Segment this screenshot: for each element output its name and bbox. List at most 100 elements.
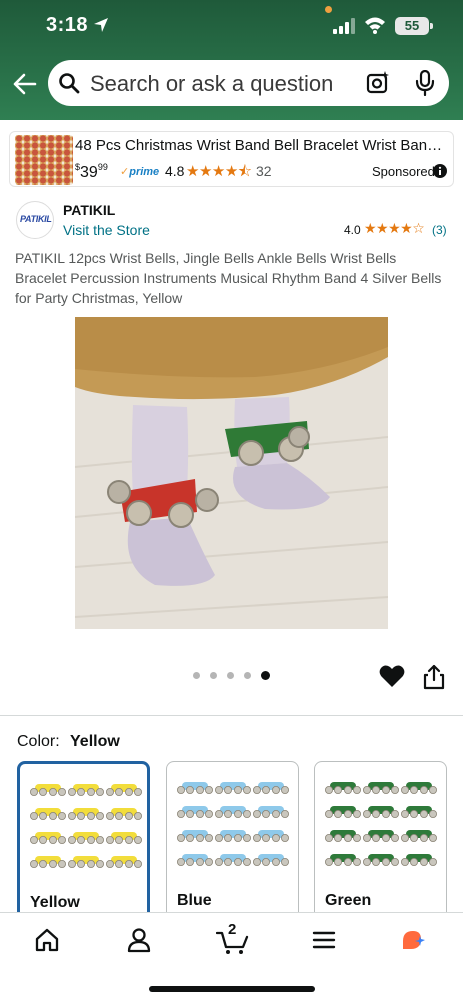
bell-icon bbox=[363, 785, 372, 794]
bell-icon bbox=[77, 812, 86, 821]
ad-product-thumbnail bbox=[15, 135, 73, 185]
bracelet-band bbox=[35, 832, 61, 840]
color-option-label: Yellow bbox=[30, 894, 80, 911]
bell-icon bbox=[215, 785, 224, 794]
bell-icon bbox=[363, 858, 372, 867]
home-icon[interactable] bbox=[32, 925, 62, 955]
bell-icon bbox=[195, 810, 204, 819]
bell-icon bbox=[115, 836, 124, 845]
bell-icon bbox=[38, 836, 47, 845]
bell-icon bbox=[77, 836, 86, 845]
bell-icon bbox=[215, 858, 224, 867]
bell-icon bbox=[272, 785, 281, 794]
bell-icon bbox=[401, 858, 410, 867]
bracelet-band bbox=[111, 856, 137, 864]
search-bar[interactable]: Search or ask a question bbox=[48, 60, 449, 106]
carousel-dot[interactable] bbox=[244, 672, 251, 679]
bell-icon bbox=[372, 785, 381, 794]
product-image[interactable] bbox=[75, 317, 388, 629]
bracelet-band bbox=[220, 854, 246, 862]
bell-icon bbox=[87, 787, 96, 796]
menu-icon[interactable] bbox=[309, 925, 339, 955]
bell-icon bbox=[134, 812, 143, 821]
bracelet-band bbox=[258, 854, 284, 862]
bell-icon bbox=[87, 860, 96, 869]
camera-lens-icon[interactable] bbox=[366, 71, 390, 95]
bell-icon bbox=[106, 860, 115, 869]
bracelet-band bbox=[406, 854, 432, 862]
bell-icon bbox=[77, 787, 86, 796]
prime-label: prime bbox=[129, 166, 160, 178]
color-option-yellow[interactable]: Yellow bbox=[17, 761, 150, 921]
product-page: 3:18 55 Search or ask a question 48 Pcs … bbox=[0, 0, 463, 1000]
bell-icon bbox=[420, 858, 429, 867]
heart-icon[interactable] bbox=[379, 664, 405, 688]
bell-icon bbox=[333, 785, 342, 794]
info-icon[interactable] bbox=[433, 164, 447, 178]
bell-icon bbox=[391, 834, 400, 843]
carousel-dot[interactable] bbox=[210, 672, 217, 679]
bracelet-band bbox=[406, 830, 432, 838]
bell-icon bbox=[177, 858, 185, 867]
bell-icon bbox=[401, 834, 410, 843]
back-arrow-icon[interactable] bbox=[10, 70, 38, 98]
product-rating[interactable]: 4.0 bbox=[344, 223, 361, 237]
bell-icon bbox=[234, 810, 243, 819]
bracelet-band bbox=[111, 808, 137, 816]
rufus-icon[interactable] bbox=[399, 925, 429, 955]
sponsored-ad-banner[interactable]: 48 Pcs Christmas Wrist Band Bell Bracele… bbox=[9, 131, 454, 187]
bell-icon bbox=[215, 834, 224, 843]
bell-icon bbox=[343, 810, 352, 819]
search-input[interactable]: Search or ask a question bbox=[90, 71, 333, 97]
bell-icon bbox=[96, 787, 105, 796]
battery-icon: 55 bbox=[395, 17, 433, 35]
bell-icon bbox=[30, 787, 38, 796]
bell-icon bbox=[253, 834, 262, 843]
yellow-bells-image bbox=[30, 784, 143, 869]
bracelet-band bbox=[35, 784, 61, 792]
bell-icon bbox=[410, 785, 419, 794]
search-icon bbox=[59, 73, 80, 94]
location-arrow-icon bbox=[94, 18, 108, 32]
share-icon[interactable] bbox=[423, 664, 445, 690]
bell-icon bbox=[391, 858, 400, 867]
product-star-rating-icon[interactable]: ★★★★☆ bbox=[364, 220, 425, 237]
product-review-count[interactable]: (3) bbox=[432, 223, 447, 237]
bell-icon bbox=[125, 787, 134, 796]
bell-icon bbox=[272, 810, 281, 819]
bracelet-band bbox=[182, 854, 208, 862]
bell-icon bbox=[363, 810, 372, 819]
bell-icon bbox=[177, 785, 185, 794]
bracelet-band bbox=[73, 784, 99, 792]
bell-icon bbox=[234, 834, 243, 843]
brand-logo-text: PATIKIL bbox=[20, 214, 52, 224]
bell-icon bbox=[272, 858, 281, 867]
microphone-icon[interactable] bbox=[414, 70, 436, 96]
carousel-dot[interactable] bbox=[193, 672, 200, 679]
bell-icon bbox=[224, 858, 233, 867]
bell-icon bbox=[115, 812, 124, 821]
bell-icon bbox=[333, 810, 342, 819]
color-option-blue[interactable]: Blue bbox=[166, 761, 299, 921]
carousel-dot-active[interactable] bbox=[261, 671, 270, 680]
bell-icon bbox=[410, 810, 419, 819]
visit-store-link[interactable]: Visit the Store bbox=[63, 222, 150, 238]
image-carousel-dots[interactable] bbox=[193, 671, 273, 682]
bell-icon bbox=[243, 810, 252, 819]
brand-logo[interactable]: PATIKIL bbox=[16, 201, 54, 239]
bell-icon bbox=[38, 860, 47, 869]
bottom-navigation: 2 bbox=[0, 912, 463, 1000]
status-bar: 3:18 55 bbox=[0, 0, 463, 58]
bell-icon bbox=[57, 787, 66, 796]
bell-icon bbox=[352, 785, 361, 794]
bell-icon bbox=[429, 810, 438, 819]
bell-icon bbox=[352, 810, 361, 819]
carousel-dot[interactable] bbox=[227, 672, 234, 679]
color-option-green[interactable]: Green bbox=[314, 761, 447, 921]
selected-color-value: Yellow bbox=[70, 733, 120, 750]
bell-icon bbox=[372, 810, 381, 819]
bell-icon bbox=[215, 810, 224, 819]
account-icon[interactable] bbox=[124, 925, 154, 955]
bell-icon bbox=[382, 834, 391, 843]
bell-icon bbox=[106, 787, 115, 796]
